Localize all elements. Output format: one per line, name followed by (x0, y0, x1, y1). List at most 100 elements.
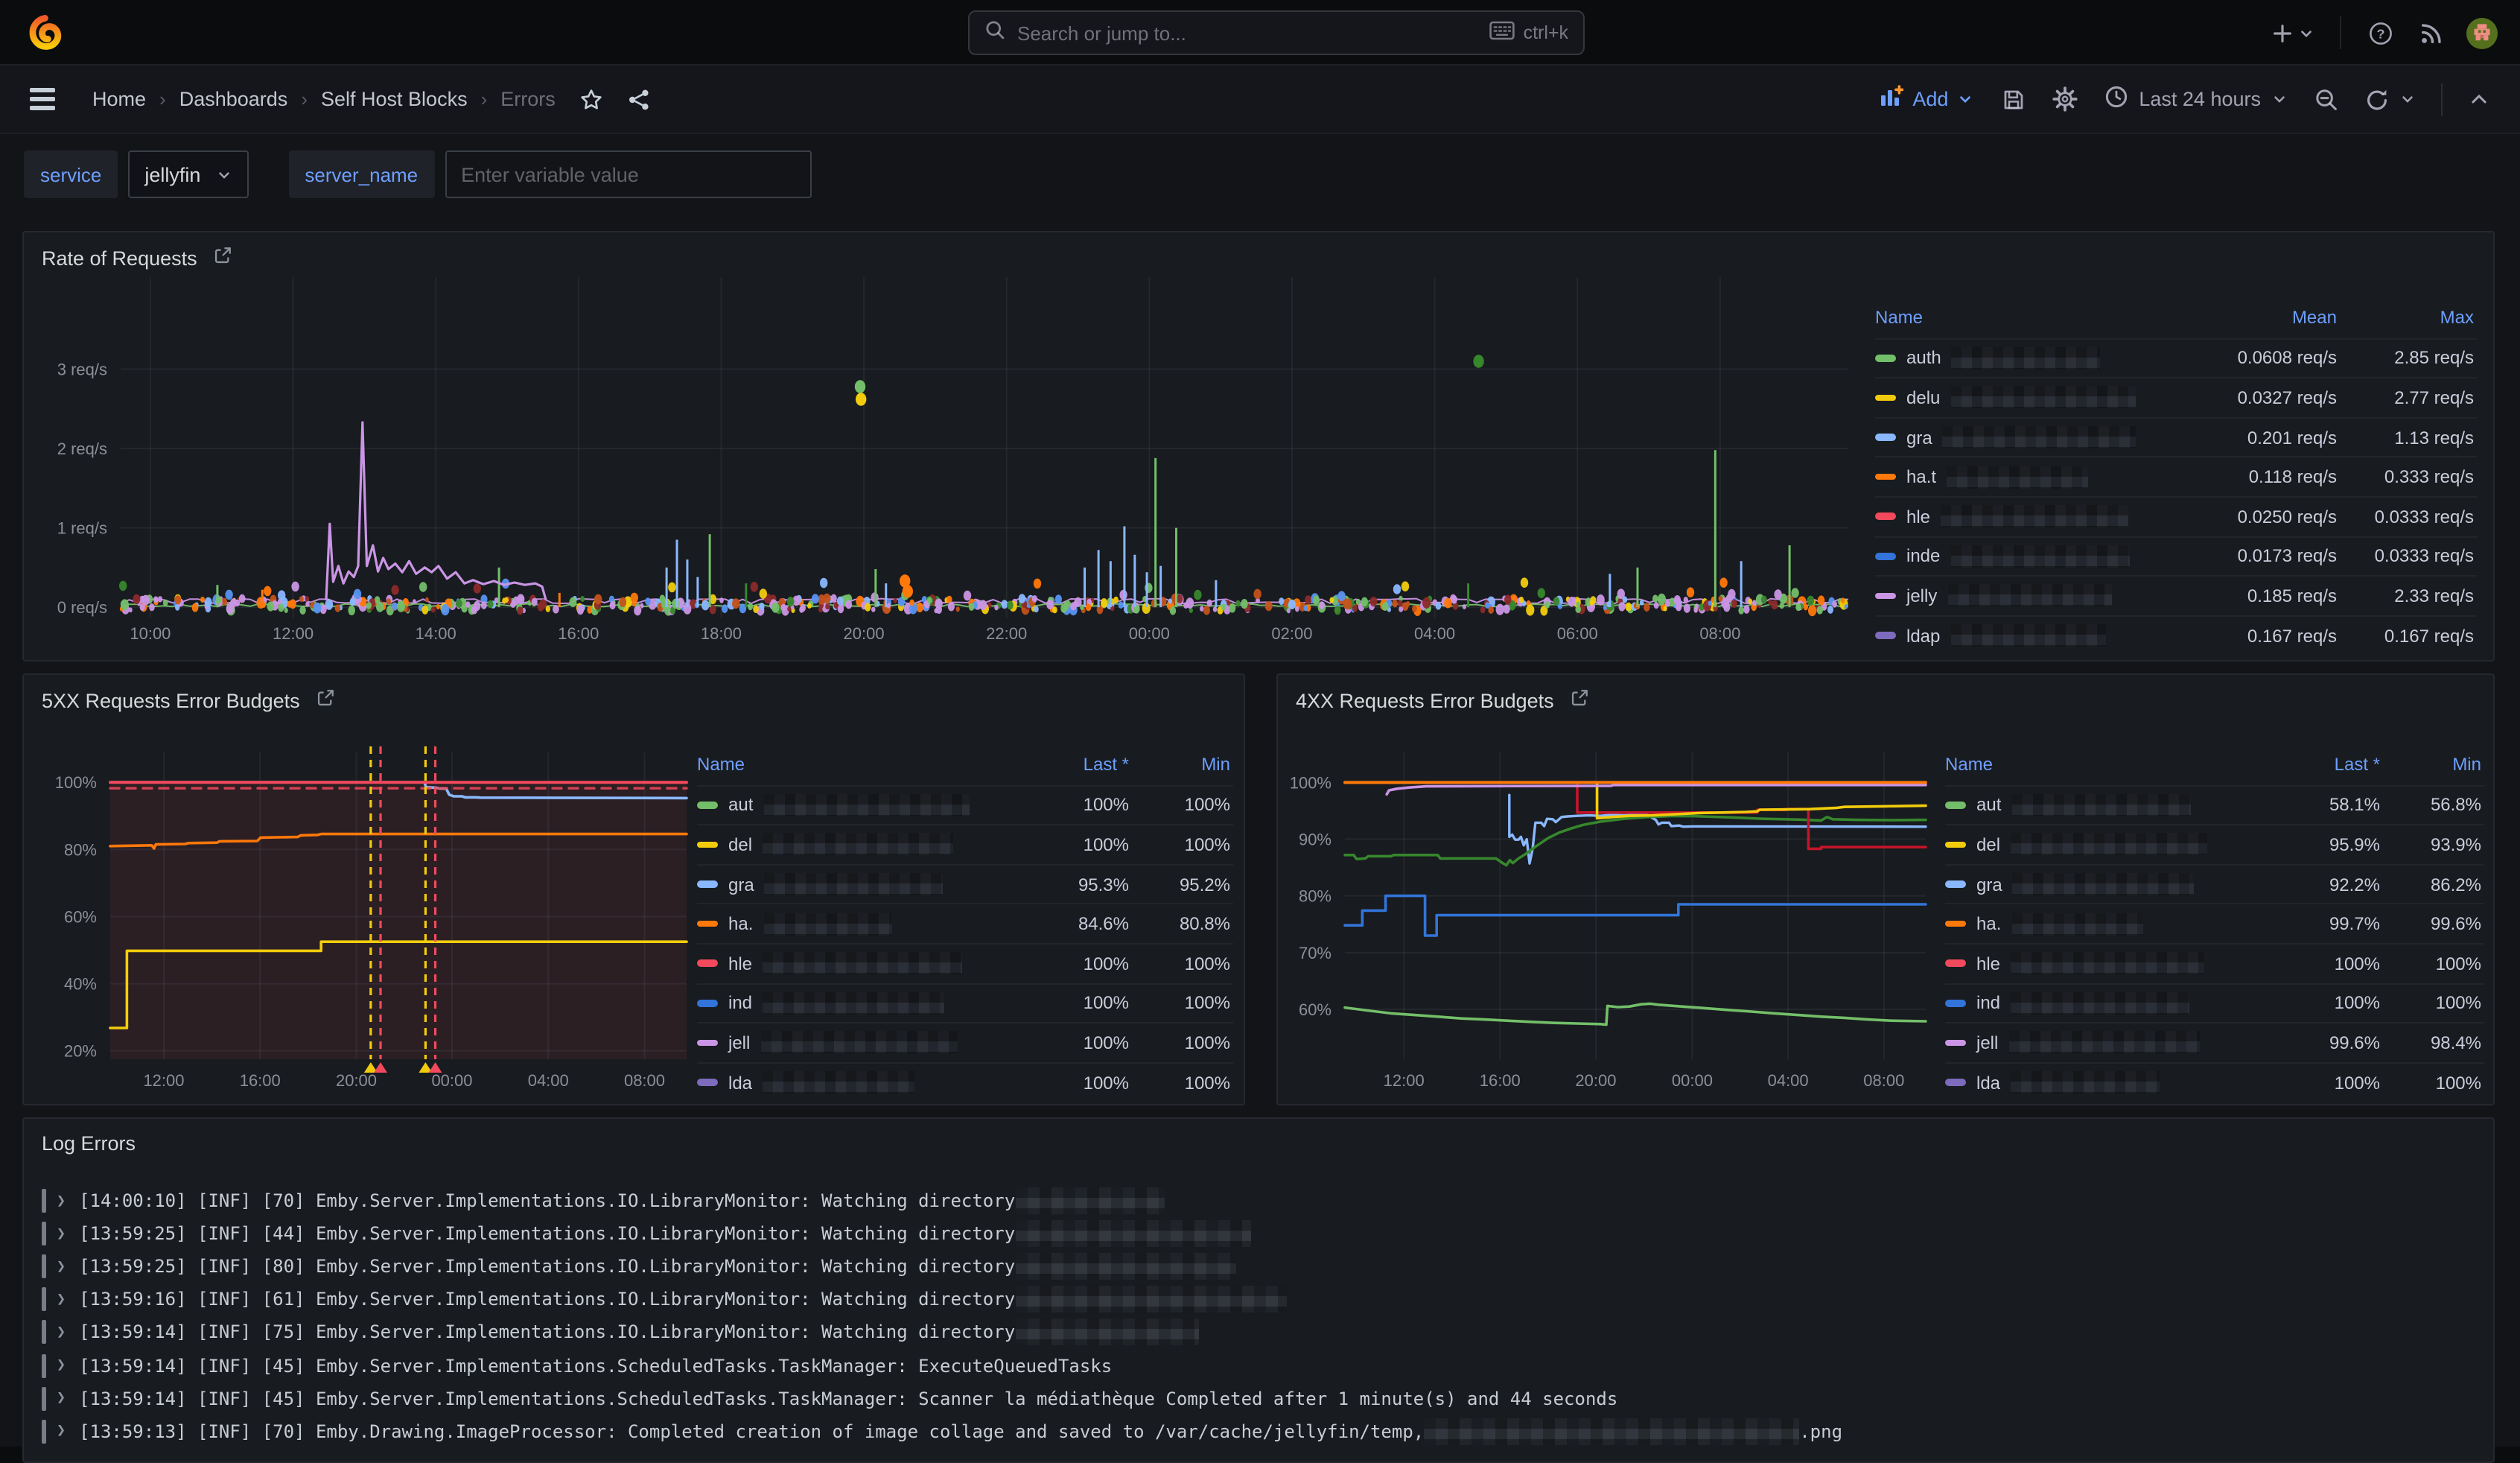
legend-series-toggle[interactable]: del (697, 834, 1025, 856)
legend-series-toggle[interactable]: ha. (697, 913, 1025, 935)
legend-series-toggle[interactable]: hle (697, 953, 1025, 975)
log-expand-chevron-icon[interactable]: ❯ (57, 1423, 66, 1439)
redacted-series-name (2011, 913, 2142, 935)
series-name-prefix: ind (1976, 993, 2000, 1014)
legend-series-toggle[interactable]: aut (697, 794, 1025, 816)
kiosk-collapse-button[interactable] (2457, 78, 2499, 120)
service-variable-select[interactable]: jellyfin (128, 150, 248, 198)
save-dashboard-button[interactable] (1991, 77, 2036, 121)
help-button[interactable]: ? (2359, 12, 2401, 54)
log-expand-chevron-icon[interactable]: ❯ (57, 1225, 66, 1242)
log-expand-chevron-icon[interactable]: ❯ (57, 1324, 66, 1341)
legend-series-toggle[interactable]: hle (1875, 506, 2183, 528)
legend-value: 2.85 req/s (2340, 348, 2477, 369)
legend-header-last[interactable]: Last * (2276, 755, 2383, 775)
legend-series-toggle[interactable]: gra (1875, 426, 2183, 448)
legend-series-toggle[interactable]: inde (1875, 545, 2183, 568)
global-search[interactable]: ctrl+k (968, 10, 1585, 55)
legend-row: ind100%100% (1945, 983, 2484, 1022)
series-name-prefix: ha. (728, 913, 753, 934)
breadcrumb-item-home[interactable]: Home (92, 88, 146, 110)
legend-value: 2.33 req/s (2340, 585, 2477, 606)
breadcrumb-item-dashboards[interactable]: Dashboards (179, 88, 288, 110)
legend-series-toggle[interactable]: ha.t (1875, 466, 2183, 488)
legend-value: 99.7% (2276, 913, 2383, 934)
svg-text:18:00: 18:00 (701, 624, 742, 643)
legend-series-toggle[interactable]: delu (1875, 387, 2183, 409)
legend-header-mean[interactable]: Mean (2183, 308, 2340, 329)
legend-series-toggle[interactable]: hle (1945, 953, 2276, 975)
legend-series-toggle[interactable]: jell (1945, 1032, 2276, 1054)
svg-text:2 req/s: 2 req/s (57, 439, 107, 458)
series-name-prefix: del (1976, 834, 2000, 855)
new-menu-button[interactable] (2262, 12, 2322, 54)
share-button[interactable] (618, 78, 660, 120)
legend-header-name[interactable]: Name (1945, 755, 2276, 775)
search-input[interactable] (1017, 22, 1489, 44)
log-expand-chevron-icon[interactable]: ❯ (57, 1292, 66, 1308)
legend-series-toggle[interactable]: ind (697, 992, 1025, 1015)
svg-text:40%: 40% (64, 975, 97, 994)
external-link-icon[interactable] (214, 246, 233, 270)
legend-value: 0.0608 req/s (2183, 348, 2340, 369)
breadcrumb-separator: › (301, 88, 308, 110)
legend-series-toggle[interactable]: ha. (1945, 913, 2276, 935)
time-range-picker[interactable]: Last 24 hours (2094, 77, 2298, 121)
user-avatar[interactable] (2460, 12, 2502, 54)
legend-row: gra95.3%95.2% (697, 864, 1233, 904)
legend-series-toggle[interactable]: del (1945, 834, 2276, 856)
legend-series-toggle[interactable]: aut (1945, 794, 2276, 816)
legend-row: ha.99.7%99.6% (1945, 904, 2484, 943)
series-color-swatch-icon (1875, 632, 1896, 639)
svg-text:20%: 20% (64, 1042, 97, 1061)
legend-value: 0.201 req/s (2183, 427, 2340, 448)
add-panel-button[interactable]: Add (1868, 77, 1985, 121)
grafana-logo-icon[interactable] (25, 13, 64, 51)
refresh-button[interactable] (2355, 77, 2426, 121)
chevron-down-icon (2271, 91, 2288, 107)
log-expand-chevron-icon[interactable]: ❯ (57, 1357, 66, 1374)
svg-text:16:00: 16:00 (1480, 1071, 1521, 1090)
external-link-icon[interactable] (1571, 688, 1590, 712)
series-name-prefix: ha.t (1906, 466, 1936, 487)
favorite-star-button[interactable] (570, 78, 612, 120)
log-line: ❯[14:00:10] [INF] [70] Emby.Server.Imple… (39, 1184, 2478, 1217)
legend-series-toggle[interactable]: jelly (1875, 585, 2183, 607)
news-rss-icon[interactable] (2410, 12, 2451, 54)
log-level-bar (42, 1386, 46, 1410)
svg-text:12:00: 12:00 (273, 624, 314, 643)
log-expand-chevron-icon[interactable]: ❯ (57, 1193, 66, 1209)
legend-header-min[interactable]: Min (2383, 755, 2484, 775)
dashboard-settings-button[interactable] (2042, 77, 2088, 121)
legend-value: 100% (2276, 1072, 2383, 1093)
series-color-swatch-icon (697, 1079, 718, 1086)
log-expand-chevron-icon[interactable]: ❯ (57, 1390, 66, 1406)
log-expand-chevron-icon[interactable]: ❯ (57, 1258, 66, 1275)
legend-header-last[interactable]: Last * (1025, 755, 1132, 775)
legend-series-toggle[interactable]: gra (1945, 873, 2276, 895)
redacted-series-name (2013, 873, 2195, 895)
legend-header-min[interactable]: Min (1132, 755, 1233, 775)
redacted-series-name (763, 953, 962, 975)
legend-series-toggle[interactable]: ldap (1875, 624, 2183, 647)
series-name-prefix: hle (1976, 953, 2000, 974)
series-name-prefix: aut (728, 795, 753, 816)
legend-header-name[interactable]: Name (697, 755, 1025, 775)
redacted-series-name (760, 1032, 957, 1054)
grafana-dashboard: ctrl+k ? Home›Dashboards›Self Host Block… (0, 0, 2520, 1447)
menu-toggle-button[interactable] (21, 77, 66, 121)
legend-header-max[interactable]: Max (2340, 308, 2477, 329)
zoom-out-button[interactable] (2304, 77, 2349, 121)
legend-series-toggle[interactable]: auth (1875, 347, 2183, 369)
legend-series-toggle[interactable]: lda (1945, 1071, 2276, 1094)
legend-header-name[interactable]: Name (1875, 308, 2183, 329)
server-name-variable-input[interactable] (445, 150, 811, 198)
5xx-error-budgets-panel: 5XX Requests Error Budgets 100%80%60%40%… (22, 673, 1245, 1105)
breadcrumb-item-self-host-blocks[interactable]: Self Host Blocks (321, 88, 468, 110)
legend-series-toggle[interactable]: gra (697, 873, 1025, 895)
legend-series-toggle[interactable]: jell (697, 1032, 1025, 1054)
legend-series-toggle[interactable]: ind (1945, 992, 2276, 1015)
external-link-icon[interactable] (316, 688, 336, 712)
legend-series-toggle[interactable]: lda (697, 1071, 1025, 1094)
divider (2441, 83, 2443, 115)
